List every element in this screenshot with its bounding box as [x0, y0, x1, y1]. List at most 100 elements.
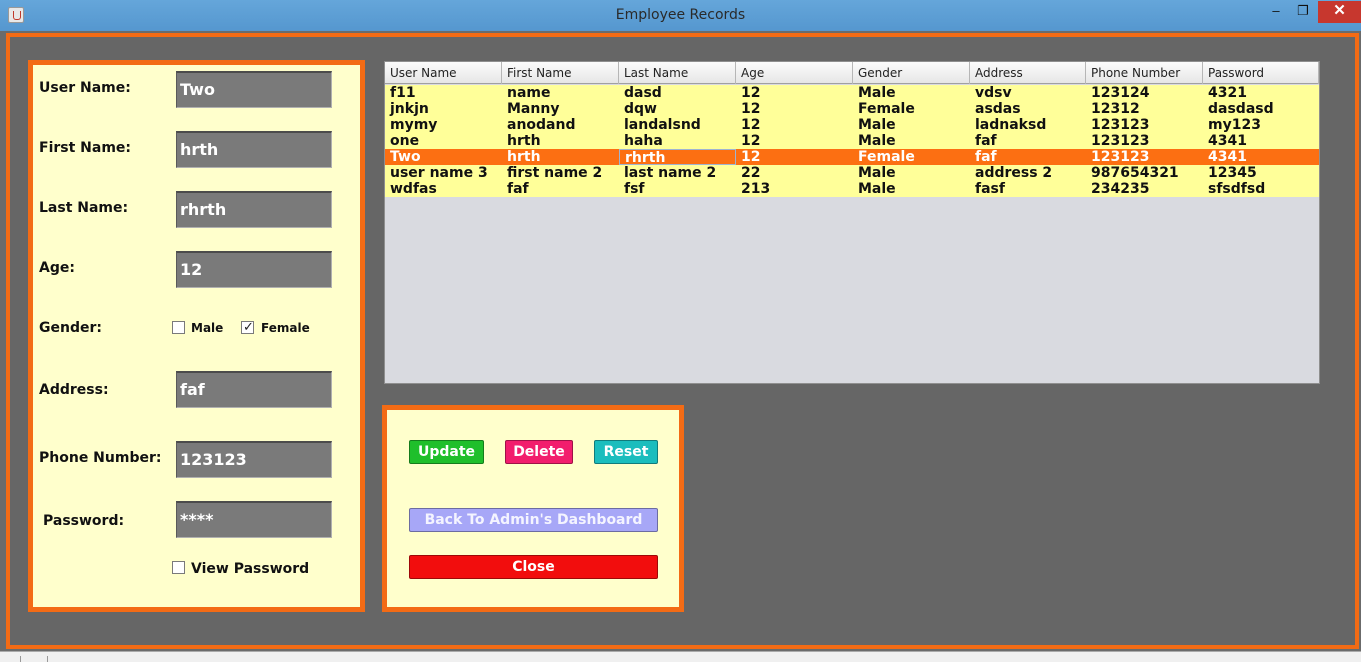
table-cell-gender[interactable]: Male [853, 133, 970, 149]
last-name-label: Last Name: [39, 200, 129, 216]
table-cell-last-name[interactable]: landalsnd [619, 117, 736, 133]
table-cell-age[interactable]: 213 [736, 181, 853, 197]
table-row[interactable]: f11 name dasd 12 Male vdsv 123124 4321 [385, 85, 1319, 101]
table-cell-password[interactable]: 4321 [1203, 85, 1319, 101]
table-cell-user-name[interactable]: user name 3 [385, 165, 502, 181]
table-cell-user-name[interactable]: wdfas [385, 181, 502, 197]
password-input[interactable]: **** [176, 501, 332, 538]
column-header-gender[interactable]: Gender [853, 62, 970, 84]
table-cell-last-name[interactable]: dasd [619, 85, 736, 101]
table-cell-phone-number[interactable]: 123123 [1086, 149, 1203, 165]
column-header-address[interactable]: Address [970, 62, 1086, 84]
table-cell-phone-number[interactable]: 12312 [1086, 101, 1203, 117]
reset-button[interactable]: Reset [594, 440, 658, 464]
table-cell-address[interactable]: faf [970, 133, 1086, 149]
table-cell-first-name[interactable]: first name 2 [502, 165, 619, 181]
table-cell-user-name[interactable]: jnkjn [385, 101, 502, 117]
column-header-user-name[interactable]: User Name [385, 62, 502, 84]
table-cell-phone-number[interactable]: 234235 [1086, 181, 1203, 197]
first-name-input[interactable]: hrth [176, 131, 332, 168]
male-checkbox-label: Male [191, 321, 224, 335]
table-cell-user-name[interactable]: mymy [385, 117, 502, 133]
table-cell-password[interactable]: my123 [1203, 117, 1319, 133]
table-cell-gender[interactable]: Male [853, 181, 970, 197]
table-cell-last-name[interactable]: haha [619, 133, 736, 149]
table-cell-age[interactable]: 12 [736, 149, 853, 165]
table-cell-first-name[interactable]: name [502, 85, 619, 101]
back-to-dashboard-button[interactable]: Back To Admin's Dashboard [409, 508, 658, 532]
table-cell-gender[interactable]: Male [853, 117, 970, 133]
table-cell-user-name[interactable]: one [385, 133, 502, 149]
table-cell-phone-number[interactable]: 987654321 [1086, 165, 1203, 181]
employee-table[interactable]: User Name First Name Last Name Age Gende… [384, 61, 1320, 384]
delete-button[interactable]: Delete [505, 440, 573, 464]
action-panel: Update Delete Reset Back To Admin's Dash… [382, 405, 684, 612]
table-row[interactable]: mymy anodand landalsnd 12 Male ladnaksd 123123… [385, 117, 1319, 133]
table-cell-gender[interactable]: Male [853, 85, 970, 101]
table-cell-first-name[interactable]: anodand [502, 117, 619, 133]
table-cell-password[interactable]: dasdasd [1203, 101, 1319, 117]
table-cell-address[interactable]: ladnaksd [970, 117, 1086, 133]
view-password-checkbox[interactable] [172, 561, 185, 574]
table-cell-phone-number[interactable]: 123124 [1086, 85, 1203, 101]
table-cell-age[interactable]: 22 [736, 165, 853, 181]
user-name-input[interactable]: Two [176, 71, 332, 108]
close-window-button[interactable]: ✕ [1318, 1, 1361, 23]
table-cell-address[interactable]: fasf [970, 181, 1086, 197]
window-title: Employee Records [615, 7, 746, 23]
table-cell-last-name[interactable]: last name 2 [619, 165, 736, 181]
table-cell-address[interactable]: faf [970, 149, 1086, 165]
table-cell-age[interactable]: 12 [736, 133, 853, 149]
table-cell-age[interactable]: 12 [736, 117, 853, 133]
table-cell-address[interactable]: asdas [970, 101, 1086, 117]
age-input[interactable]: 12 [176, 251, 332, 288]
table-cell-first-name[interactable]: hrth [502, 133, 619, 149]
maximize-button[interactable]: ❐ [1291, 1, 1315, 23]
column-header-password[interactable]: Password [1203, 62, 1319, 84]
table-cell-gender[interactable]: Male [853, 165, 970, 181]
table-row[interactable]: user name 3 first name 2 last name 2 22 Male… [385, 165, 1319, 181]
view-password-label: View Password [191, 561, 310, 577]
table-row[interactable]: wdfas faf fsf 213 Male fasf 234235 sfsdfsd [385, 181, 1319, 197]
minimize-button[interactable]: – [1265, 1, 1287, 23]
update-button[interactable]: Update [409, 440, 484, 464]
female-checkbox[interactable] [241, 319, 254, 335]
table-cell-password[interactable]: sfsdfsd [1203, 181, 1319, 197]
table-cell-address[interactable]: address 2 [970, 165, 1086, 181]
address-label: Address: [39, 382, 109, 398]
table-cell-first-name[interactable]: hrth [502, 149, 619, 165]
phone-number-input[interactable]: 123123 [176, 441, 332, 478]
table-cell-last-name[interactable]: fsf [619, 181, 736, 197]
table-cell-password[interactable]: 12345 [1203, 165, 1319, 181]
table-cell-age[interactable]: 12 [736, 101, 853, 117]
table-row[interactable]: Two hrth rhrth 12 Female faf 123123 4341 [385, 149, 1319, 165]
table-header: User Name First Name Last Name Age Gende… [385, 62, 1319, 84]
table-cell-phone-number[interactable]: 123123 [1086, 133, 1203, 149]
table-cell-phone-number[interactable]: 123123 [1086, 117, 1203, 133]
resize-grip [20, 656, 48, 662]
column-header-last-name[interactable]: Last Name [619, 62, 736, 84]
table-cell-gender[interactable]: Female [853, 101, 970, 117]
table-cell-address[interactable]: vdsv [970, 85, 1086, 101]
column-header-age[interactable]: Age [736, 62, 853, 84]
table-row[interactable]: jnkjn Manny dqw 12 Female asdas 12312 dasdasd [385, 101, 1319, 117]
column-header-first-name[interactable]: First Name [502, 62, 619, 84]
table-cell-user-name[interactable]: Two [385, 149, 502, 165]
first-name-label: First Name: [39, 140, 132, 156]
table-cell-password[interactable]: 4341 [1203, 149, 1319, 165]
table-cell-password[interactable]: 4341 [1203, 133, 1319, 149]
table-cell-first-name[interactable]: faf [502, 181, 619, 197]
column-header-phone-number[interactable]: Phone Number [1086, 62, 1203, 84]
table-cell-last-name[interactable]: dqw [619, 101, 736, 117]
table-cell-last-name[interactable]: rhrth [619, 149, 736, 165]
address-input[interactable]: faf [176, 371, 332, 408]
close-button[interactable]: Close [409, 555, 658, 579]
last-name-input[interactable]: rhrth [176, 191, 332, 228]
table-cell-age[interactable]: 12 [736, 85, 853, 101]
table-cell-user-name[interactable]: f11 [385, 85, 502, 101]
female-checkbox-label: Female [261, 321, 310, 335]
table-cell-first-name[interactable]: Manny [502, 101, 619, 117]
table-row[interactable]: one hrth haha 12 Male faf 123123 4341 [385, 133, 1319, 149]
male-checkbox[interactable] [172, 321, 185, 334]
table-cell-gender[interactable]: Female [853, 149, 970, 165]
